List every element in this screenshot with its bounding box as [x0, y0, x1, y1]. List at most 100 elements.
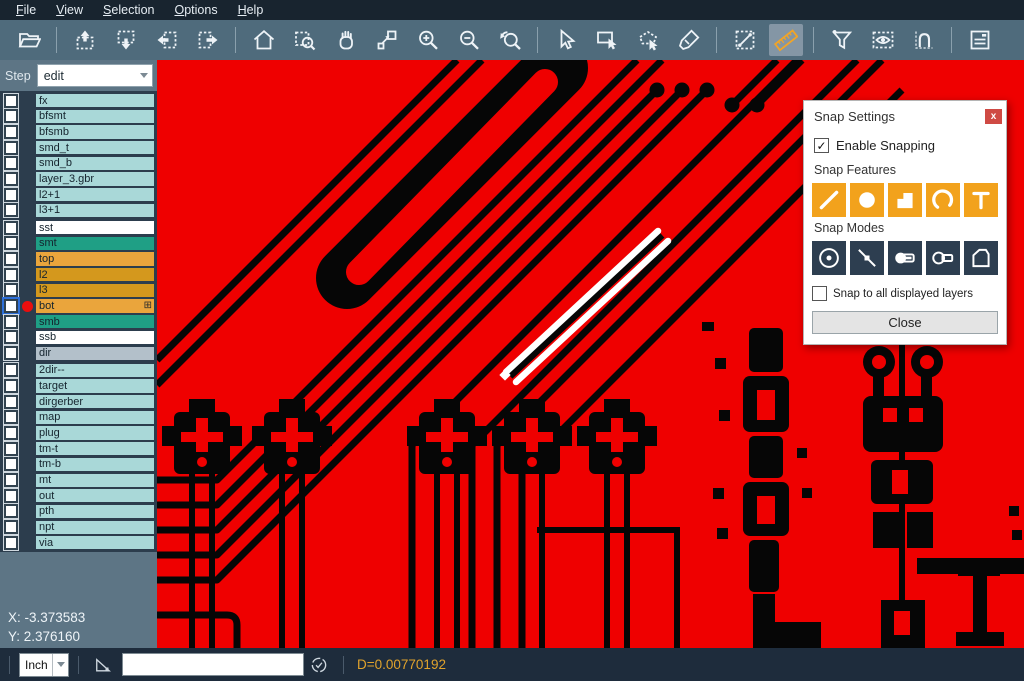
paint-brush-button[interactable] — [672, 24, 706, 56]
layer-visibility-checkbox[interactable] — [4, 379, 18, 393]
layer-visibility-checkbox[interactable] — [4, 410, 18, 424]
zoom-in-button[interactable] — [411, 24, 445, 56]
layer-visibility-checkbox[interactable] — [4, 172, 18, 186]
layer-visibility-checkbox[interactable] — [4, 426, 18, 440]
layer-visibility-checkbox[interactable] — [4, 252, 18, 266]
layer-tm-b[interactable]: tm-b — [36, 458, 154, 471]
import-step-button[interactable] — [68, 24, 102, 56]
text-snap-button[interactable] — [964, 183, 998, 217]
point-on-line-snap-button[interactable] — [850, 241, 884, 275]
select-rectangle-button[interactable] — [590, 24, 624, 56]
layer-smd_b[interactable]: smd_b — [36, 157, 154, 170]
layer-visibility-checkbox[interactable] — [4, 330, 18, 344]
pad-snap-button[interactable] — [850, 183, 884, 217]
layer-visibility-checkbox[interactable] — [4, 221, 18, 235]
layer-visibility-checkbox[interactable] — [4, 504, 18, 518]
surface-snap-button[interactable] — [888, 183, 922, 217]
zoom-previous-button[interactable] — [493, 24, 527, 56]
zoom-window-button[interactable] — [288, 24, 322, 56]
layer-bot[interactable]: bot⊞ — [36, 299, 154, 312]
layer-tm-t[interactable]: tm-t — [36, 442, 154, 455]
line-snap-button[interactable] — [812, 183, 846, 217]
layer-visibility-checkbox[interactable] — [4, 268, 18, 282]
enable-snapping-checkbox[interactable]: ✓ — [814, 138, 829, 153]
layer-visibility-checkbox[interactable] — [4, 536, 18, 550]
measure-point-button[interactable] — [728, 24, 762, 56]
layer-l3[interactable]: l3 — [36, 284, 154, 297]
home-view-button[interactable] — [247, 24, 281, 56]
layer-layer_3.gbr[interactable]: layer_3.gbr — [36, 172, 154, 185]
layer-bfsmt[interactable]: bfsmt — [36, 110, 154, 123]
pan-hand-button[interactable] — [329, 24, 363, 56]
menu-help[interactable]: Help — [228, 1, 274, 19]
layer-smd_t[interactable]: smd_t — [36, 141, 154, 154]
filter-button[interactable] — [825, 24, 859, 56]
report-form-button[interactable] — [963, 24, 997, 56]
angle-tool-icon[interactable] — [92, 654, 114, 676]
layer-plug[interactable]: plug — [36, 426, 154, 439]
layer-target[interactable]: target — [36, 379, 154, 392]
center-snap-snap-button[interactable] — [812, 241, 846, 275]
layer-pth[interactable]: pth — [36, 505, 154, 518]
transform-shape-button[interactable] — [370, 24, 404, 56]
menu-options[interactable]: Options — [164, 1, 227, 19]
layer-visibility-checkbox[interactable] — [4, 203, 18, 217]
layer-out[interactable]: out — [36, 489, 154, 502]
corner-snap-snap-button[interactable] — [964, 241, 998, 275]
layer-dir[interactable]: dir — [36, 347, 154, 360]
measure-input[interactable] — [122, 653, 304, 676]
layer-l2[interactable]: l2 — [36, 268, 154, 281]
layer-visibility-checkbox[interactable] — [4, 299, 18, 313]
layer-visibility-checkbox[interactable] — [4, 236, 18, 250]
layer-via[interactable]: via — [36, 536, 154, 549]
layer-dirgerber[interactable]: dirgerber — [36, 395, 154, 408]
layer-l3+1[interactable]: l3+1 — [36, 204, 154, 217]
layer-visibility-checkbox[interactable] — [4, 346, 18, 360]
layer-visibility-checkbox[interactable] — [4, 109, 18, 123]
arc-snap-button[interactable] — [926, 183, 960, 217]
select-polygon-button[interactable] — [631, 24, 665, 56]
layer-visibility-checkbox[interactable] — [4, 442, 18, 456]
export-step-left-button[interactable] — [150, 24, 184, 56]
layer-ssb[interactable]: ssb — [36, 331, 154, 344]
menu-view[interactable]: View — [46, 1, 93, 19]
dialog-close-icon[interactable]: x — [985, 109, 1002, 124]
layer-2dir--[interactable]: 2dir-- — [36, 364, 154, 377]
layer-visibility-checkbox[interactable] — [4, 395, 18, 409]
layer-visibility-checkbox[interactable] — [4, 141, 18, 155]
export-step-right-button[interactable] — [191, 24, 225, 56]
snap-all-layers-checkbox[interactable] — [812, 286, 827, 301]
layer-fx[interactable]: fx — [36, 94, 154, 107]
measure-net-button[interactable] — [907, 24, 941, 56]
layer-visibility-checkbox[interactable] — [4, 188, 18, 202]
layer-npt[interactable]: npt — [36, 521, 154, 534]
menu-file[interactable]: File — [6, 1, 46, 19]
layer-top[interactable]: top — [36, 252, 154, 265]
layer-visibility-checkbox[interactable] — [4, 94, 18, 108]
layer-mt[interactable]: mt — [36, 474, 154, 487]
dialog-title-bar[interactable]: Snap Settings x — [814, 104, 1002, 129]
open-folder-button[interactable] — [12, 24, 46, 56]
layer-visibility-checkbox[interactable] — [4, 473, 18, 487]
export-step-down-button[interactable] — [109, 24, 143, 56]
view-area-eye-button[interactable] — [866, 24, 900, 56]
select-arrow-button[interactable] — [549, 24, 583, 56]
step-select[interactable]: edit — [37, 64, 153, 87]
layer-visibility-checkbox[interactable] — [4, 156, 18, 170]
layer-visibility-checkbox[interactable] — [4, 489, 18, 503]
menu-selection[interactable]: Selection — [93, 1, 164, 19]
layer-smb[interactable]: smb — [36, 315, 154, 328]
layer-visibility-checkbox[interactable] — [4, 283, 18, 297]
ruler-button[interactable] — [769, 24, 803, 56]
layer-l2+1[interactable]: l2+1 — [36, 188, 154, 201]
close-button[interactable]: Close — [812, 311, 998, 334]
units-select[interactable]: Inch — [19, 653, 69, 677]
layer-bfsmb[interactable]: bfsmb — [36, 125, 154, 138]
layer-smt[interactable]: smt — [36, 237, 154, 250]
zoom-out-button[interactable] — [452, 24, 486, 56]
apply-sync-icon[interactable] — [308, 654, 330, 676]
slot-filled-snap-button[interactable] — [888, 241, 922, 275]
layer-visibility-checkbox[interactable] — [4, 125, 18, 139]
layer-visibility-checkbox[interactable] — [4, 457, 18, 471]
layer-visibility-checkbox[interactable] — [4, 520, 18, 534]
